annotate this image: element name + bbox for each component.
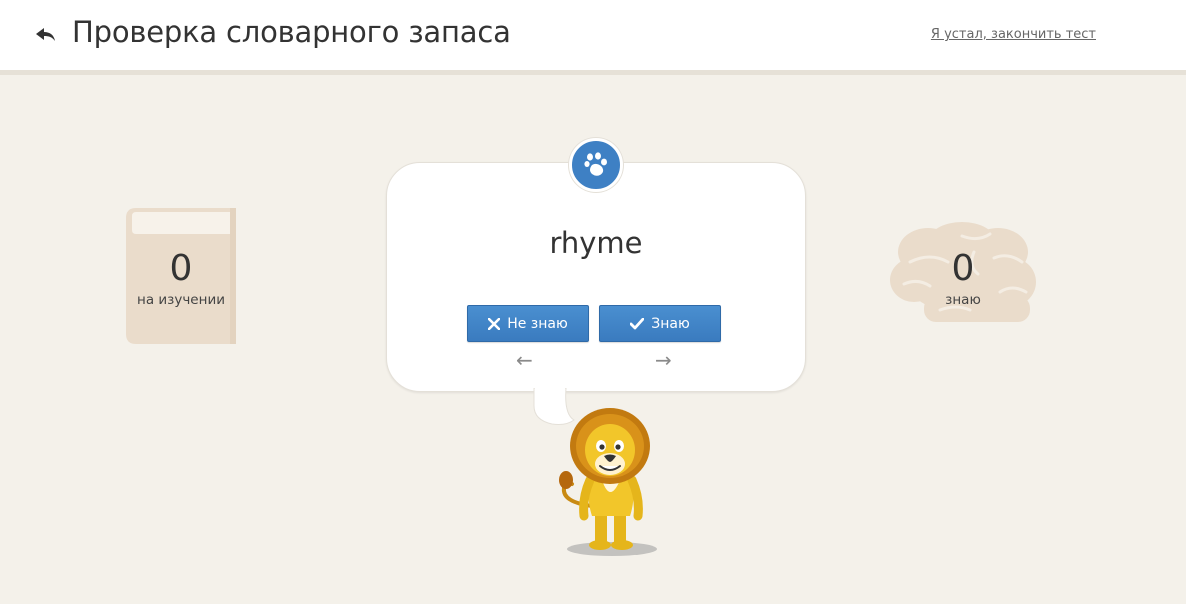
- dont-know-label: Не знаю: [507, 315, 568, 332]
- quit-test-link[interactable]: Я устал, закончить тест: [931, 27, 1096, 42]
- test-word: rhyme: [549, 226, 643, 260]
- word-card: [386, 162, 806, 392]
- dont-know-button[interactable]: Не знаю: [467, 305, 589, 342]
- header-bar: Проверка словарного запаса Я устал, зако…: [0, 0, 1186, 70]
- known-count: 0: [951, 248, 975, 289]
- learning-count: 0: [169, 248, 193, 289]
- previous-word-arrow[interactable]: ←: [516, 348, 533, 372]
- lion-mascot-icon: [559, 408, 657, 556]
- known-counter: 0 знаю: [890, 222, 1036, 324]
- know-label: Знаю: [651, 315, 690, 332]
- header-divider: [0, 70, 1186, 75]
- next-word-arrow[interactable]: →: [655, 348, 672, 372]
- paw-icon: [584, 152, 607, 176]
- page-title: Проверка словарного запаса: [72, 15, 511, 49]
- know-button[interactable]: Знаю: [599, 305, 721, 342]
- card-badge: [569, 138, 623, 192]
- checkmark-icon: [630, 317, 645, 329]
- learning-counter: 0 на изучении: [126, 208, 236, 344]
- known-label: знаю: [945, 292, 981, 308]
- learning-label: на изучении: [137, 292, 225, 308]
- close-icon: [488, 317, 501, 330]
- back-arrow-icon[interactable]: [34, 23, 58, 47]
